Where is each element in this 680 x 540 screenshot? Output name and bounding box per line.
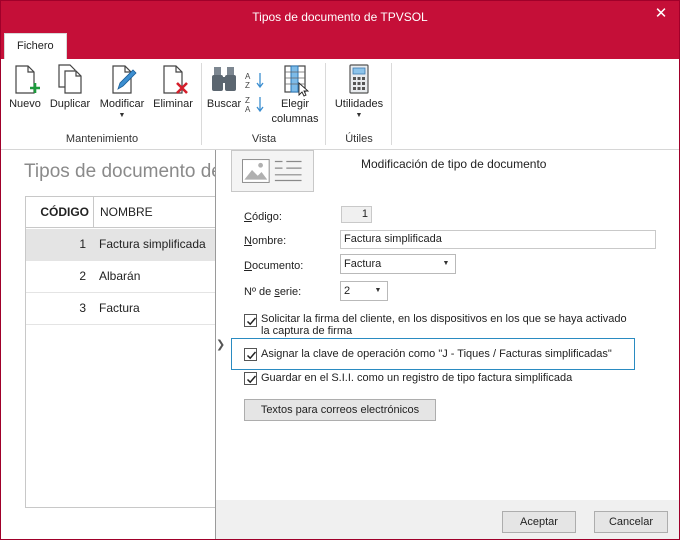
list-title: Tipos de documento de [24, 161, 222, 182]
firma-checkbox-label: Solicitar la firma del cliente, en los d… [261, 313, 627, 337]
row-name: Factura [99, 301, 140, 315]
ribbon: Nuevo Duplicar Modificar ▼ Eliminar Mant… [1, 59, 679, 150]
serie-select[interactable]: 2 ▼ [340, 281, 388, 301]
accept-button[interactable]: Aceptar [502, 511, 576, 533]
group-mantenimiento-label: Mantenimiento [65, 133, 139, 145]
new-document-icon [15, 65, 40, 94]
svg-text:A: A [245, 105, 251, 113]
firma-checkbox[interactable] [244, 314, 257, 327]
columns-icon [284, 65, 310, 97]
row-code: 1 [79, 237, 86, 251]
table-row[interactable]: 1 Factura simplificada [26, 229, 216, 261]
tab-fichero[interactable]: Fichero [4, 33, 67, 59]
row-code: 3 [79, 301, 86, 315]
sort-descending-icon[interactable]: Z A [245, 95, 265, 113]
eliminar-label: Eliminar [153, 98, 193, 110]
duplicar-button[interactable]: Duplicar [47, 61, 93, 131]
calculator-icon [349, 64, 369, 94]
chevron-down-icon: ▼ [442, 260, 450, 267]
modificar-label: Modificar [99, 98, 145, 110]
chevron-down-icon: ▼ [118, 112, 126, 119]
documento-select[interactable]: Factura ▼ [340, 254, 456, 274]
grid-header: CÓDIGO NOMBRE [26, 197, 216, 228]
row-name: Albarán [99, 269, 141, 283]
buscar-button[interactable]: Buscar [205, 61, 243, 131]
sii-checkbox-label: Guardar en el S.I.I. como un registro de… [261, 372, 573, 384]
nombre-label: Nombre: [244, 235, 287, 247]
textos-correos-button[interactable]: Textos para correos electrónicos [244, 399, 436, 421]
group-vista-label: Vista [251, 133, 277, 145]
document-types-grid: CÓDIGO NOMBRE 1 Factura simplificada 2 A… [25, 196, 216, 508]
column-header-code[interactable]: CÓDIGO [26, 197, 93, 227]
buscar-label: Buscar [206, 98, 242, 110]
nuevo-label: Nuevo [9, 98, 41, 110]
elegir-columnas-button[interactable]: Elegir columnas [269, 61, 321, 131]
dialog-title: Modificación de tipo de documento [361, 157, 547, 171]
eliminar-button[interactable]: Eliminar [151, 61, 195, 131]
cancel-button[interactable]: Cancelar [594, 511, 668, 533]
modify-document-type-dialog: Modificación de tipo de documento ❯ Códi… [215, 150, 679, 539]
chevron-down-icon: ▼ [374, 287, 382, 294]
close-button[interactable]: ✕ [649, 4, 673, 24]
binoculars-icon [212, 67, 236, 91]
app-window: Tipos de documento de TPVSOL ✕ Fichero N… [0, 0, 680, 540]
sii-checkbox-row: Guardar en el S.I.I. como un registro de… [244, 371, 639, 387]
sii-checkbox[interactable] [244, 372, 257, 385]
utilidades-label: Utilidades [334, 98, 384, 110]
elegir-label: Elegir [280, 98, 310, 110]
utilidades-button[interactable]: Utilidades ▼ [331, 61, 387, 131]
serie-label: Nº de serie: [244, 286, 302, 298]
column-header-name[interactable]: NOMBRE [93, 197, 153, 227]
row-name: Factura simplificada [99, 237, 206, 251]
nuevo-button[interactable]: Nuevo [7, 61, 43, 131]
firma-checkbox-row: Solicitar la firma del cliente, en los d… [244, 313, 664, 339]
checkmark-icon [246, 317, 257, 326]
documento-value: Factura [344, 258, 382, 270]
serie-value: 2 [344, 285, 351, 297]
columnas-label: columnas [271, 113, 319, 125]
group-separator [201, 63, 202, 145]
group-separator [325, 63, 326, 145]
chevron-right-icon[interactable]: ❯ [216, 338, 225, 351]
document-type-icon [231, 150, 314, 192]
sort-ascending-icon[interactable]: A Z [245, 71, 265, 89]
table-row[interactable]: 2 Albarán [26, 261, 216, 293]
title-bar: Tipos de documento de TPVSOL ✕ Fichero [1, 1, 679, 59]
checkmark-icon [246, 375, 257, 384]
documento-label: Documento: [244, 260, 304, 272]
row-code: 2 [79, 269, 86, 283]
codigo-field[interactable]: 1 [341, 206, 372, 223]
group-separator [391, 63, 392, 145]
duplicar-label: Duplicar [49, 98, 91, 110]
delete-document-icon [163, 65, 188, 94]
svg-text:Z: Z [245, 96, 250, 105]
checkmark-icon [246, 351, 257, 360]
clave-checkbox-row: Asignar la clave de operación como "J - … [244, 347, 639, 363]
group-utiles-label: Útiles [345, 133, 373, 145]
nombre-field[interactable]: Factura simplificada [340, 230, 656, 249]
svg-text:Z: Z [245, 81, 250, 89]
window-title: Tipos de documento de TPVSOL [252, 10, 428, 24]
table-row[interactable]: 3 Factura [26, 293, 216, 325]
codigo-label: Código: [244, 211, 282, 223]
svg-text:A: A [245, 72, 251, 81]
clave-checkbox[interactable] [244, 348, 257, 361]
modificar-button[interactable]: Modificar ▼ [95, 61, 149, 131]
duplicate-icon [58, 64, 82, 94]
chevron-down-icon: ▼ [355, 112, 363, 119]
edit-document-icon [112, 65, 137, 94]
clave-checkbox-label: Asignar la clave de operación como "J - … [261, 348, 612, 360]
